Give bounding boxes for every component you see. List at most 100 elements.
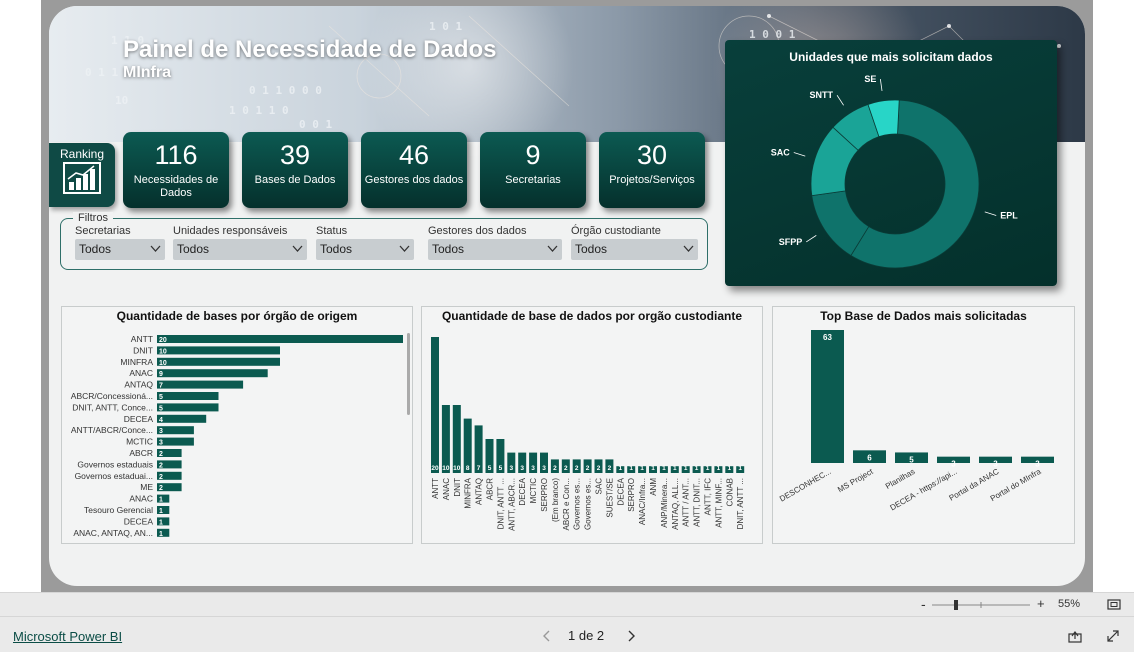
bar-value-label: 1: [159, 519, 163, 526]
category-label: DNIT: [453, 478, 462, 497]
bar: [811, 330, 844, 463]
category-label: ANAC: [442, 478, 451, 500]
bar-value-label: 2: [159, 462, 163, 469]
browser-viewport: 1 1 0 0 1 1 10 0 1 1 0 0 0 1 0 1 1 0 0 0…: [0, 0, 1134, 592]
bar-value-label: 5: [159, 394, 163, 401]
status-dropdown[interactable]: Todos: [316, 239, 414, 260]
category-label: DECEA: [124, 414, 154, 424]
bar-value-label: 1: [651, 465, 655, 472]
chevron-left-icon[interactable]: [542, 630, 552, 642]
ranking-label: Ranking: [59, 147, 105, 161]
donut-label: EPL: [1000, 210, 1018, 220]
bar: [157, 403, 219, 412]
bar-value-label: 1: [706, 465, 710, 472]
vbar-chart-top-bases: 63DESCONHEC...6MS Project5Planilhas3DECE…: [778, 330, 1054, 513]
category-label: ANAC/Infra...: [638, 478, 647, 525]
filter-status: Status Todos: [316, 225, 414, 260]
category-label: DNIT: [133, 345, 153, 355]
chevron-down-icon: [150, 245, 161, 252]
secretarias-dropdown[interactable]: Todos: [75, 239, 165, 260]
kpi-label: Bases de Dados: [254, 174, 336, 186]
category-label: ABCR: [129, 448, 153, 458]
fit-to-page-icon[interactable]: [1107, 599, 1121, 610]
chart-panel-origem: Quantidade de bases por órgão de origem …: [61, 306, 413, 544]
ranking-button[interactable]: Ranking: [49, 143, 115, 207]
category-label: MCTIC: [126, 437, 153, 447]
category-label: (Em branco): [551, 478, 560, 522]
filter-label: Status: [316, 225, 348, 237]
bar-value-label: 2: [586, 465, 590, 472]
category-label: Governos estaduai...: [75, 471, 153, 481]
category-label: ANAC, ANTAQ, AN...: [73, 528, 153, 538]
zoom-in-button[interactable]: +: [1037, 596, 1045, 611]
page-subtitle: MInfra: [123, 64, 171, 81]
category-label: MINFRA: [464, 477, 473, 508]
donut-leader: [836, 95, 844, 106]
dropdown-value: Todos: [320, 242, 353, 256]
bar-value-label: 10: [453, 465, 461, 472]
bar-value-label: 3: [159, 428, 163, 435]
orgao-dropdown[interactable]: Todos: [571, 239, 698, 260]
filters-group: Filtros Secretarias Todos Unidades respo…: [60, 212, 708, 270]
hbar-chart: ANTT 20 DNIT 10 MINFRA 10 ANAC 9 ANTAQ 7 ABCR/Conc…: [71, 333, 410, 538]
page-title: Painel de Necessidade de Dados: [123, 36, 497, 63]
category-label: Governos es...: [584, 478, 593, 530]
report-page: 1 1 0 0 1 1 10 0 1 1 0 0 0 1 0 1 1 0 0 0…: [49, 6, 1085, 586]
bar-value-label: 2: [564, 465, 568, 472]
filters-legend: Filtros: [73, 212, 113, 224]
bar-value-label: 10: [159, 360, 167, 367]
donut-leader: [806, 235, 817, 243]
category-label: ANTT, IFC: [704, 478, 713, 516]
category-label: ANTT / ANT...: [682, 478, 691, 527]
category-label: DECEA: [124, 516, 154, 526]
category-label: ANTAQ: [124, 380, 153, 390]
donut-chart: EPL SFPP SAC SNTT SE: [771, 74, 1018, 269]
kpi-label: Necessidades de Dados: [133, 174, 219, 199]
donut-chart-card: Unidades que mais solicitam dados EPL SFP…: [725, 40, 1057, 286]
category-label: DNIT, ANTT ...: [496, 478, 505, 529]
bar-value-label: 5: [499, 465, 503, 472]
zoom-bar: - + 55%: [0, 593, 1134, 617]
bar-chart-icon: [63, 162, 101, 194]
category-label: DNIT, ANTT ...: [736, 478, 745, 529]
bar-value-label: 1: [159, 531, 163, 538]
chevron-right-icon[interactable]: [627, 630, 637, 642]
scrollbar: [407, 333, 410, 415]
share-icon[interactable]: [1068, 629, 1082, 643]
powerbi-link[interactable]: Microsoft Power BI: [13, 629, 122, 644]
kpi-card-gestores: 46 Gestores dos dados: [361, 132, 467, 208]
category-label: CONAB: [725, 478, 734, 506]
category-label: ANP/Minera...: [660, 478, 669, 528]
bar-value-label: 3: [520, 465, 524, 472]
filter-label: Unidades responsáveis: [173, 225, 288, 237]
category-label: ANAC: [129, 368, 153, 378]
bar-value-label: 1: [629, 465, 633, 472]
fullscreen-icon[interactable]: [1106, 629, 1120, 643]
bar-value-label: 5: [488, 465, 492, 472]
chevron-down-icon: [399, 245, 410, 252]
category-label: Governos es...: [573, 478, 582, 530]
filter-label: Secretarias: [75, 225, 131, 237]
zoom-out-button[interactable]: -: [921, 596, 926, 612]
bar: [452, 405, 461, 473]
bar-value-label: 1: [695, 465, 699, 472]
bar-value-label: 3: [542, 465, 546, 472]
category-label: ANTT, ABCR...: [507, 478, 516, 531]
unidades-dropdown[interactable]: Todos: [173, 239, 307, 260]
bar-value-label: 2: [159, 474, 163, 481]
chart-title: Top Base de Dados mais solicitadas: [820, 309, 1027, 323]
bar-value-label: 9: [159, 371, 163, 378]
category-label: SAC: [595, 478, 604, 495]
zoom-slider[interactable]: [930, 599, 1034, 611]
category-label: SERPRO: [627, 478, 636, 512]
gestores-dropdown[interactable]: Todos: [428, 239, 562, 260]
bar-value-label: 1: [717, 465, 721, 472]
filter-gestores: Gestores dos dados Todos: [428, 225, 562, 260]
category-label: DESCONHEC...: [778, 467, 833, 504]
bar-value-label: 1: [727, 465, 731, 472]
category-label: ANTT: [431, 478, 440, 499]
bar: [157, 369, 268, 378]
donut-label: SFPP: [779, 237, 803, 247]
filter-label: Gestores dos dados: [428, 225, 527, 237]
category-label: ANTT/ABCR/Conce...: [71, 425, 153, 435]
